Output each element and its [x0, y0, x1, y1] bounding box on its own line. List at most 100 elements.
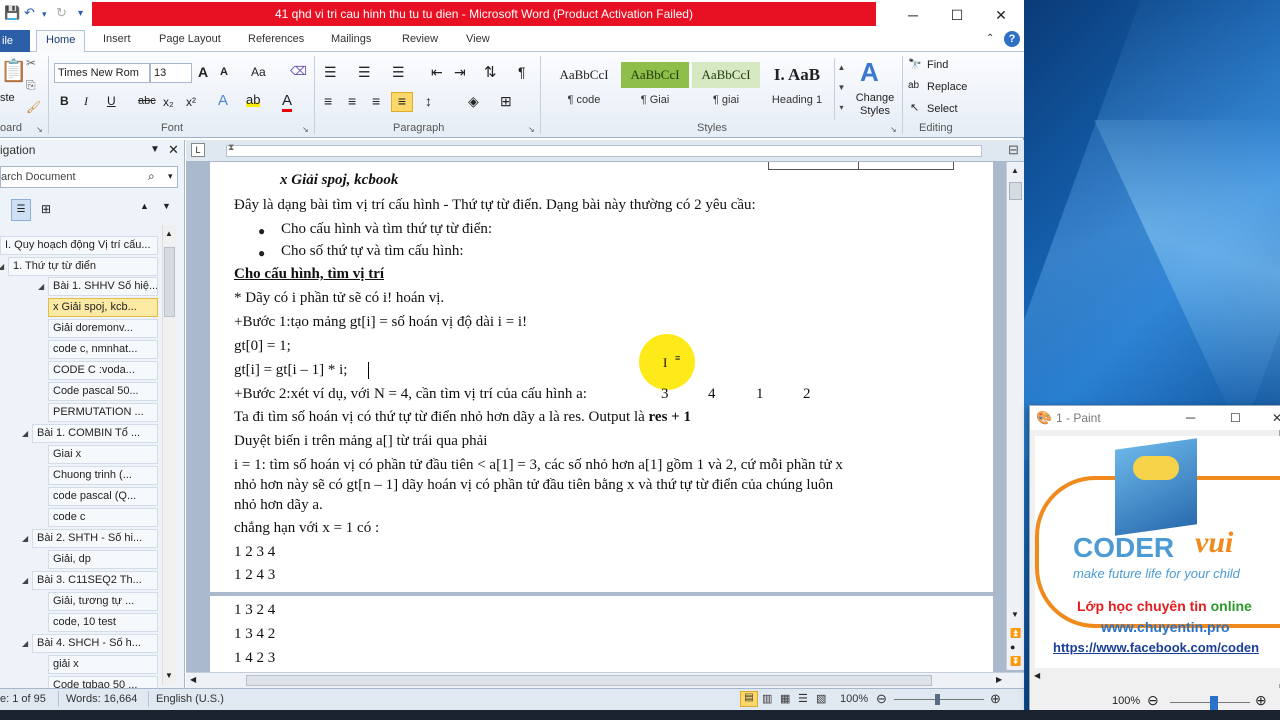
scroll-down-icon[interactable]: ▼: [1011, 610, 1019, 619]
nav-heading-item[interactable]: x Giải spoj, kcb...: [48, 298, 158, 317]
paste-icon[interactable]: 📋: [0, 58, 27, 84]
page-2[interactable]: [210, 596, 993, 676]
paint-zoom-in-icon[interactable]: ⊕: [1255, 692, 1267, 709]
paint-close-button[interactable]: ✕: [1272, 406, 1280, 430]
horizontal-ruler[interactable]: L ⧗ ⊟: [186, 140, 1024, 162]
undo-dropdown-icon[interactable]: ▾: [42, 9, 47, 20]
line-spacing-icon[interactable]: ↕: [425, 93, 432, 109]
ruler-track[interactable]: [226, 145, 982, 157]
collapse-triangle-icon[interactable]: ◢: [22, 576, 28, 585]
save-icon[interactable]: 💾: [4, 5, 20, 21]
find-button[interactable]: Find: [927, 59, 948, 71]
paint-canvas[interactable]: CODER vui make future life for your chil…: [1035, 436, 1280, 681]
nav-next-icon[interactable]: ▼: [162, 201, 171, 211]
collapse-triangle-icon[interactable]: ◢: [0, 262, 4, 271]
tab-view[interactable]: View: [466, 33, 490, 45]
nav-results-view-icon[interactable]: [38, 202, 58, 224]
highlight-icon[interactable]: ab: [246, 92, 261, 107]
align-center-icon[interactable]: ≡: [348, 93, 356, 109]
scroll-up-icon[interactable]: ▲: [1011, 166, 1019, 175]
horizontal-scrollbar[interactable]: ◀ ▶: [186, 672, 1024, 688]
nav-scroll-down-icon[interactable]: ▼: [165, 671, 173, 680]
styles-scroll[interactable]: ▲ ▼ ▾: [834, 58, 848, 120]
search-dropdown-icon[interactable]: ▾: [168, 171, 173, 182]
previous-page-icon[interactable]: ⏫: [1010, 628, 1021, 639]
paint-minimize-button[interactable]: ─: [1186, 406, 1195, 430]
minimize-button[interactable]: ─: [890, 0, 936, 30]
justify-icon[interactable]: ≡: [391, 92, 413, 112]
nav-heading-item[interactable]: Giải, dp: [48, 550, 158, 569]
help-icon[interactable]: ?: [1004, 31, 1020, 47]
strikethrough-button[interactable]: abc: [138, 95, 156, 107]
redo-icon[interactable]: ↻: [56, 5, 67, 21]
bold-button[interactable]: B: [60, 94, 69, 108]
grow-font-button[interactable]: A: [198, 64, 208, 80]
paint-zoom-out-icon[interactable]: ⊖: [1147, 692, 1159, 709]
full-screen-reading-icon[interactable]: ▥: [762, 692, 772, 705]
draft-icon[interactable]: ▧: [816, 692, 826, 705]
decrease-indent-icon[interactable]: ⇤: [431, 64, 443, 81]
tab-review[interactable]: Review: [402, 33, 438, 45]
align-right-icon[interactable]: ≡: [372, 93, 380, 109]
tab-file[interactable]: ile: [0, 30, 30, 52]
paint-zoom-level[interactable]: 100%: [1112, 695, 1140, 707]
collapse-triangle-icon[interactable]: ◢: [22, 639, 28, 648]
nav-heading-item[interactable]: 1. Thứ tự từ điển: [8, 257, 158, 276]
format-painter-icon[interactable]: 🖌: [26, 100, 41, 114]
nav-heading-item[interactable]: Bài 1. SHHV Số hiệ...: [48, 277, 158, 296]
nav-heading-item[interactable]: Bài 3. C11SEQ2 Th...: [32, 571, 158, 590]
font-size-combo[interactable]: 13: [150, 63, 192, 83]
paint-zoom-thumb[interactable]: [1210, 696, 1218, 710]
copy-icon[interactable]: ⎘: [26, 78, 36, 93]
nav-heading-item[interactable]: PERMUTATION ...: [48, 403, 158, 422]
tab-mailings[interactable]: Mailings: [331, 33, 371, 45]
nav-heading-item[interactable]: Giải doremonv...: [48, 319, 158, 338]
nav-heading-item[interactable]: I. Quy hoạch động Vị trí cấu...: [0, 236, 158, 255]
h-scroll-thumb[interactable]: [246, 675, 932, 686]
nav-options-icon[interactable]: ▼: [150, 144, 160, 155]
close-button[interactable]: ✕: [978, 0, 1024, 30]
find-icon[interactable]: 🔭: [908, 58, 922, 71]
increase-indent-icon[interactable]: ⇥: [454, 64, 466, 81]
clear-formatting-icon[interactable]: ⌫: [290, 64, 307, 78]
print-layout-icon[interactable]: ▤: [740, 691, 758, 707]
change-case-button[interactable]: Aa: [251, 65, 266, 79]
sort-icon[interactable]: ⇅: [484, 63, 497, 81]
tab-home[interactable]: Home: [36, 30, 86, 53]
nav-heading-item[interactable]: Giải, tương tự ...: [48, 592, 158, 611]
search-icon[interactable]: ⌕: [148, 169, 155, 184]
select-button[interactable]: Select: [927, 103, 958, 115]
nav-heading-item[interactable]: giải x: [48, 655, 158, 674]
font-launcher-icon[interactable]: ↘: [302, 125, 309, 134]
zoom-out-icon[interactable]: ⊖: [876, 691, 887, 707]
nav-heading-item[interactable]: code pascal (Q...: [48, 487, 158, 506]
zoom-in-icon[interactable]: ⊕: [990, 691, 1001, 707]
nav-scrollbar[interactable]: ▲ ▼: [162, 225, 176, 685]
minimize-ribbon-icon[interactable]: ⌃: [986, 33, 994, 44]
tab-selector-icon[interactable]: L: [191, 143, 205, 157]
scroll-thumb[interactable]: [1009, 182, 1022, 200]
nav-heading-item[interactable]: Giai x: [48, 445, 158, 464]
scroll-left-icon[interactable]: ◀: [190, 675, 196, 684]
word-count[interactable]: Words: 16,664: [66, 693, 137, 705]
show-hide-button[interactable]: ¶: [518, 64, 526, 80]
paint-maximize-button[interactable]: ☐: [1230, 406, 1241, 430]
text-effects-icon[interactable]: A: [218, 92, 228, 109]
select-icon[interactable]: ↖: [910, 101, 919, 114]
tab-page-layout[interactable]: Page Layout: [159, 33, 221, 45]
numbering-icon[interactable]: ☰: [358, 64, 371, 81]
nav-heading-item[interactable]: code c, nmnhat...: [48, 340, 158, 359]
align-left-icon[interactable]: ≡: [324, 93, 332, 109]
font-color-icon[interactable]: A: [282, 92, 293, 112]
customize-qat-icon[interactable]: ▾: [78, 8, 83, 19]
nav-previous-icon[interactable]: ▲: [140, 201, 149, 211]
nav-scroll-up-icon[interactable]: ▲: [165, 229, 173, 238]
page-count[interactable]: e: 1 of 95: [0, 693, 46, 705]
subscript-button[interactable]: x₂: [163, 95, 174, 109]
bullets-icon[interactable]: ☰: [324, 64, 337, 81]
language[interactable]: English (U.S.): [156, 693, 224, 705]
nav-heading-item[interactable]: code, 10 test: [48, 613, 158, 632]
view-ruler-icon[interactable]: ⊟: [1008, 142, 1019, 158]
nav-heading-item[interactable]: code c: [48, 508, 158, 527]
zoom-level[interactable]: 100%: [840, 693, 868, 705]
